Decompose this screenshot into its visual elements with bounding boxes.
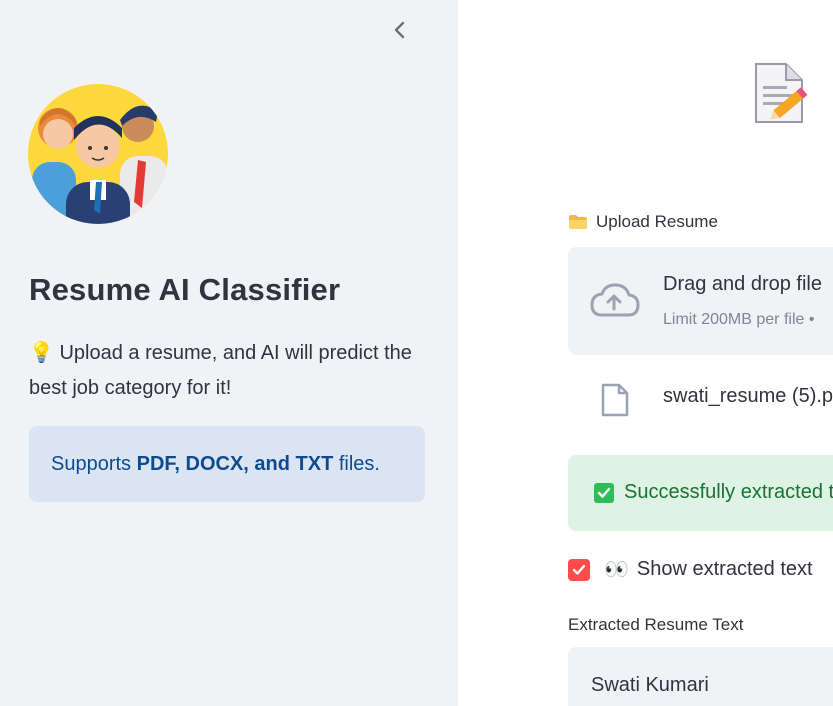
file-dropzone[interactable]: Drag and drop file Limit 200MB per file … — [568, 247, 833, 355]
uploaded-file: swati_resume (5).p — [568, 378, 833, 422]
sidebar-description: 💡 Upload a resume, and AI will predict t… — [29, 342, 412, 399]
file-icon — [601, 383, 629, 417]
success-message: Successfully extracted t — [624, 481, 833, 503]
chevron-left-icon — [394, 21, 405, 39]
check-icon — [594, 483, 614, 503]
info-prefix: Supports — [51, 452, 137, 475]
upload-label-text: Upload Resume — [596, 212, 718, 231]
show-text-checkbox[interactable] — [568, 558, 590, 581]
show-extracted-text-toggle[interactable]: 👀 Show extracted text — [568, 557, 813, 582]
eyes-icon: 👀 — [604, 559, 629, 581]
extracted-text-content: Swati Kumari — [591, 674, 709, 696]
info-formats: PDF, DOCX, and TXT — [136, 452, 334, 475]
folder-icon — [569, 215, 587, 229]
extracted-text-label: Extracted Resume Text — [568, 615, 744, 634]
main-content: Upload Resume Drag and drop file Limit 2… — [458, 0, 833, 706]
checkmark-icon — [572, 564, 586, 575]
uploaded-file-name: swati_resume (5).p — [663, 385, 833, 407]
dropzone-limit: Limit 200MB per file • — [663, 311, 815, 328]
team-avatar-icon — [26, 82, 170, 226]
sidebar-title: Resume AI Classifier — [29, 272, 341, 307]
info-suffix: files. — [333, 452, 380, 475]
supported-formats-info: Supports PDF, DOCX, and TXT files. — [29, 426, 425, 502]
sidebar: Resume AI Classifier 💡 Upload a resume, … — [0, 0, 458, 706]
extracted-text-area[interactable]: Swati Kumari — [568, 647, 833, 706]
collapse-sidebar-button[interactable] — [388, 18, 412, 42]
show-text-label: Show extracted text — [636, 558, 813, 580]
upload-resume-label: Upload Resume — [568, 212, 718, 232]
dropzone-instructions: Drag and drop file — [663, 273, 822, 295]
cloud-upload-icon — [590, 283, 640, 317]
document-pencil-icon — [755, 63, 808, 123]
success-alert: Successfully extracted t — [568, 455, 833, 531]
